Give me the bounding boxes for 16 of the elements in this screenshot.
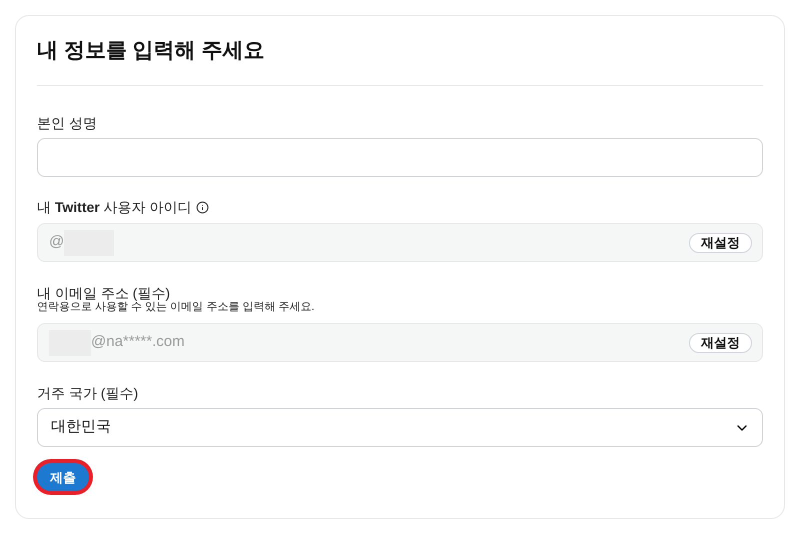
- field-label: 본인 성명: [37, 114, 98, 132]
- input-field[interactable]: @ 재설정: [37, 223, 763, 262]
- field-hint: 연락용으로 사용할 수 있는 이메일 주소를 입력해 주세요.: [37, 301, 316, 314]
- country-select[interactable]: 대한민국: [37, 408, 763, 447]
- field-label: 내 Twitter 사용자 아이디: [37, 198, 192, 216]
- submit-button[interactable]: 제출: [37, 463, 89, 491]
- username-value: @: [49, 232, 64, 252]
- form-title: 내 정보를 입력해 주세요: [37, 38, 266, 64]
- reset-button[interactable]: 재설정: [689, 332, 752, 352]
- field-label: 거주 국가 (필수): [37, 384, 140, 402]
- email-value: @na*****.com: [91, 332, 185, 352]
- info-icon[interactable]: [196, 200, 209, 214]
- input-field[interactable]: @na*****.com 재설정: [37, 323, 763, 362]
- field-label: 내 이메일 주소 (필수): [37, 285, 171, 301]
- name-input[interactable]: [37, 138, 763, 177]
- reset-button[interactable]: 재설정: [689, 232, 752, 252]
